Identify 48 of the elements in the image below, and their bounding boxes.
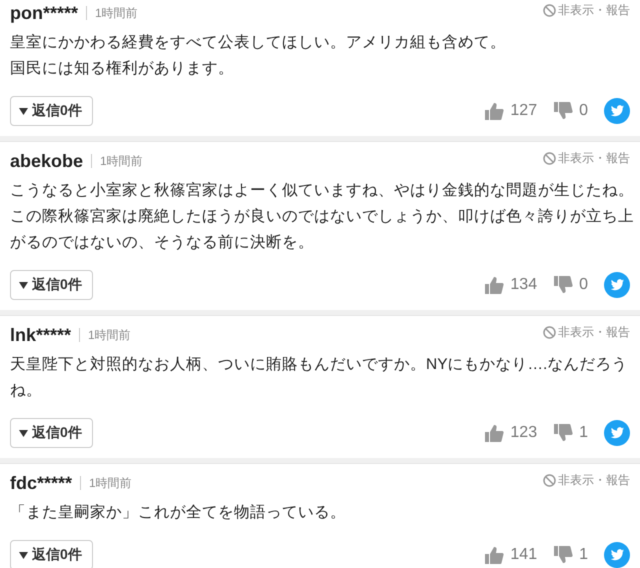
caret-icon — [19, 552, 28, 558]
thumbs-up-icon[interactable] — [484, 545, 504, 565]
thumbs-down-icon[interactable] — [553, 545, 574, 565]
hide-report-link[interactable]: 非表示・報告 — [558, 2, 630, 19]
like-count: 141 — [510, 546, 538, 564]
comment-text: 「また皇嗣家か」これが全てを物語っている。 — [10, 503, 347, 523]
dislike-count: 1 — [579, 546, 588, 564]
like-count: 134 — [510, 276, 538, 294]
caret-icon — [19, 108, 28, 114]
replies-button[interactable]: 返信0件 — [10, 418, 93, 448]
thumbs-up-icon[interactable] — [484, 423, 504, 443]
username: fdc***** — [10, 472, 72, 494]
dislike-count: 0 — [579, 276, 588, 294]
replies-button[interactable]: 返信0件 — [10, 96, 93, 126]
thumbs-down-icon[interactable] — [553, 101, 574, 121]
comment-text: こうなると小室家と秋篠宮家はよーく似ていますね、やはり金銭的な問題が生じたね。 この際秋篠宮家は廃絶したほうが良いのではないでしょうか、叩けば色々誇りが立ち上 がるのではないの、そうなる前に決断を。 — [10, 180, 634, 253]
like-count: 127 — [510, 102, 538, 120]
prohibited-icon — [543, 4, 556, 17]
replies-button[interactable]: 返信0件 — [10, 540, 93, 568]
hide-report-link[interactable]: 非表示・報告 — [558, 150, 630, 167]
twitter-icon[interactable] — [604, 98, 630, 124]
comment-text: 天皇陛下と対照的なお人柄、ついに賄賂もんだいですか。NYにもかなり….なんだろう ね。 — [10, 355, 628, 401]
timestamp: 1時間前 — [89, 474, 132, 492]
timestamp: 1時間前 — [100, 152, 143, 170]
username: lnk***** — [10, 324, 72, 346]
dislike-count: 1 — [579, 424, 588, 442]
hide-report-link[interactable]: 非表示・報告 — [558, 472, 630, 489]
prohibited-icon — [543, 152, 556, 165]
dislike-count: 0 — [579, 102, 588, 120]
thumbs-up-icon[interactable] — [484, 101, 504, 121]
thumbs-down-icon[interactable] — [553, 275, 574, 295]
caret-icon — [19, 282, 28, 288]
replies-button[interactable]: 返信0件 — [10, 270, 93, 300]
caret-icon — [19, 430, 28, 436]
twitter-icon[interactable] — [604, 420, 630, 446]
thumbs-down-icon[interactable] — [553, 423, 574, 443]
timestamp: 1時間前 — [88, 326, 131, 344]
prohibited-icon — [543, 326, 556, 339]
username: pon***** — [10, 2, 78, 24]
thumbs-up-icon[interactable] — [484, 275, 504, 295]
twitter-icon[interactable] — [604, 542, 630, 568]
hide-report-link[interactable]: 非表示・報告 — [558, 324, 630, 341]
like-count: 123 — [510, 424, 538, 442]
twitter-icon[interactable] — [604, 272, 630, 298]
username: abekobe — [10, 150, 84, 172]
comment-text: 皇室にかかわる経費をすべて公表してほしい。アメリカ組も含めて。 国民には知る権利があります。 — [10, 32, 507, 79]
timestamp: 1時間前 — [95, 4, 138, 22]
prohibited-icon — [543, 474, 556, 487]
